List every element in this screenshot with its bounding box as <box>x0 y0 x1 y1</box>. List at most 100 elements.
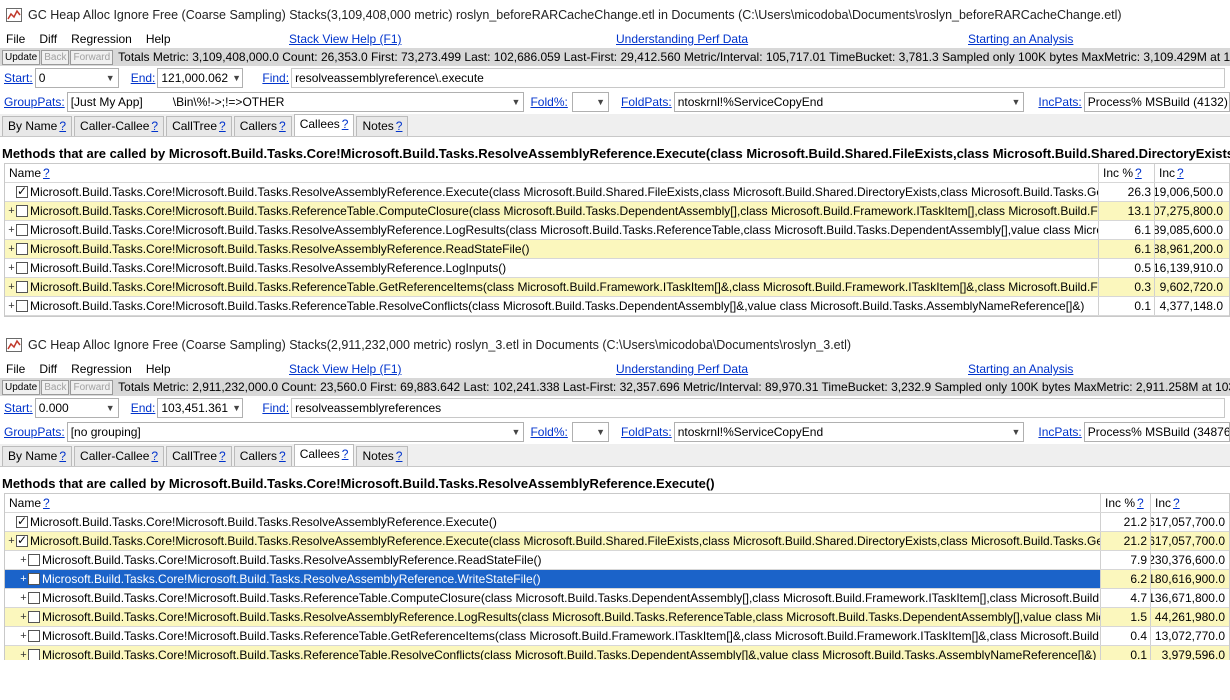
help-question-icon[interactable]: ? <box>1177 166 1184 180</box>
end-label[interactable]: End: <box>131 71 156 85</box>
grouppats-combo[interactable]: [no grouping] ▼ <box>66 422 525 442</box>
row-checkbox[interactable] <box>28 573 40 585</box>
back-button[interactable]: Back <box>41 379 70 395</box>
chevron-down-icon[interactable]: ▼ <box>1007 97 1020 107</box>
chevron-down-icon[interactable]: ▼ <box>102 73 115 83</box>
name-cell[interactable]: + Microsoft.Build.Tasks.Core!Microsoft.B… <box>5 259 1099 277</box>
end-label[interactable]: End: <box>131 401 156 415</box>
name-cell[interactable]: + Microsoft.Build.Tasks.Core!Microsoft.B… <box>5 570 1101 588</box>
menu-file[interactable]: File <box>6 32 25 46</box>
forward-button[interactable]: Forward <box>70 379 114 395</box>
start-combo[interactable]: 0 ▼ <box>34 68 119 88</box>
name-cell[interactable]: + Microsoft.Build.Tasks.Core!Microsoft.B… <box>5 589 1101 607</box>
row-checkbox[interactable] <box>16 533 28 547</box>
table-row[interactable]: + Microsoft.Build.Tasks.Core!Microsoft.B… <box>5 570 1229 589</box>
row-checkbox[interactable] <box>28 649 40 660</box>
tab-by-name[interactable]: By Name? <box>2 116 73 136</box>
help-question-icon[interactable]: ? <box>43 166 50 180</box>
expand-toggle-icon[interactable]: + <box>7 243 16 255</box>
stack-view-help-link[interactable]: Stack View Help (F1) <box>289 362 401 376</box>
table-row[interactable]: + Microsoft.Build.Tasks.Core!Microsoft.B… <box>5 221 1229 240</box>
help-question-icon[interactable]: ? <box>151 119 158 133</box>
start-combo[interactable]: 0.000 ▼ <box>34 398 119 418</box>
help-question-icon[interactable]: ? <box>59 119 66 133</box>
stack-view-help-link[interactable]: Stack View Help (F1) <box>289 32 401 46</box>
help-question-icon[interactable]: ? <box>219 449 226 463</box>
expand-toggle-icon[interactable]: + <box>19 630 28 642</box>
end-combo[interactable]: 121,000.062 ▼ <box>157 68 244 88</box>
name-cell[interactable]: + Microsoft.Build.Tasks.Core!Microsoft.B… <box>5 297 1099 315</box>
incpats-input[interactable]: Process% MSBuild (4132) <box>1083 92 1230 112</box>
menu-help[interactable]: Help <box>146 32 171 46</box>
forward-button[interactable]: Forward <box>70 49 114 65</box>
row-checkbox[interactable] <box>28 592 40 604</box>
chevron-down-icon[interactable]: ▼ <box>508 97 521 107</box>
incpats-label[interactable]: IncPats: <box>1038 425 1081 439</box>
update-button[interactable]: Update <box>2 49 41 65</box>
help-question-icon[interactable]: ? <box>1135 166 1142 180</box>
chevron-down-icon[interactable]: ▼ <box>508 427 521 437</box>
back-button[interactable]: Back <box>41 49 70 65</box>
name-cell[interactable]: + Microsoft.Build.Tasks.Core!Microsoft.B… <box>5 221 1099 239</box>
tab-callers[interactable]: Callers? <box>233 446 292 466</box>
name-cell[interactable]: + Microsoft.Build.Tasks.Core!Microsoft.B… <box>5 646 1101 660</box>
table-row[interactable]: + Microsoft.Build.Tasks.Core!Microsoft.B… <box>5 589 1229 608</box>
row-checkbox[interactable] <box>28 554 40 566</box>
help-question-icon[interactable]: ? <box>396 449 403 463</box>
chevron-down-icon[interactable]: ▼ <box>228 73 241 83</box>
grouppats-combo[interactable]: [Just My App] \Bin\%!->;!=>OTHER ▼ <box>66 92 525 112</box>
inc-pct-column-header[interactable]: Inc %? <box>1099 164 1155 182</box>
expand-toggle-icon[interactable]: + <box>19 649 28 660</box>
help-question-icon[interactable]: ? <box>151 449 158 463</box>
table-row[interactable]: + Microsoft.Build.Tasks.Core!Microsoft.B… <box>5 608 1229 627</box>
help-question-icon[interactable]: ? <box>396 119 403 133</box>
grouppats-label[interactable]: GroupPats: <box>4 95 65 109</box>
help-question-icon[interactable]: ? <box>43 496 50 510</box>
foldpats-label[interactable]: FoldPats: <box>621 95 672 109</box>
starting-analysis-link[interactable]: Starting an Analysis <box>968 32 1073 46</box>
tab-notes[interactable]: Notes? <box>356 446 409 466</box>
tab-calltree[interactable]: CallTree? <box>166 116 232 136</box>
chevron-down-icon[interactable]: ▼ <box>592 427 605 437</box>
menu-diff[interactable]: Diff <box>39 32 57 46</box>
tab-caller-callee[interactable]: Caller-Callee? <box>74 446 165 466</box>
fold-combo[interactable]: ▼ <box>571 422 610 442</box>
menu-file[interactable]: File <box>6 362 25 376</box>
foldpats-label[interactable]: FoldPats: <box>621 425 672 439</box>
inc-column-header[interactable]: Inc? <box>1155 164 1225 182</box>
expand-toggle-icon[interactable]: + <box>19 554 28 566</box>
find-label[interactable]: Find: <box>262 71 289 85</box>
row-checkbox[interactable] <box>16 224 28 236</box>
tab-by-name[interactable]: By Name? <box>2 446 73 466</box>
row-checkbox[interactable] <box>16 281 28 293</box>
tab-callees[interactable]: Callees? <box>293 444 355 466</box>
row-checkbox[interactable] <box>16 184 28 198</box>
expand-toggle-icon[interactable]: + <box>7 224 16 236</box>
help-question-icon[interactable]: ? <box>279 449 286 463</box>
foldpats-combo[interactable]: ntoskrnl!%ServiceCopyEnd ▼ <box>673 422 1025 442</box>
name-cell[interactable]: + Microsoft.Build.Tasks.Core!Microsoft.B… <box>5 532 1101 550</box>
start-label[interactable]: Start: <box>4 71 33 85</box>
table-row[interactable]: + Microsoft.Build.Tasks.Core!Microsoft.B… <box>5 202 1229 221</box>
table-row[interactable]: + Microsoft.Build.Tasks.Core!Microsoft.B… <box>5 532 1229 551</box>
chevron-down-icon[interactable]: ▼ <box>1007 427 1020 437</box>
chevron-down-icon[interactable]: ▼ <box>228 403 241 413</box>
expand-toggle-icon[interactable]: + <box>19 592 28 604</box>
name-column-header[interactable]: Name? <box>5 494 1101 512</box>
inc-pct-column-header[interactable]: Inc %? <box>1101 494 1151 512</box>
starting-analysis-link[interactable]: Starting an Analysis <box>968 362 1073 376</box>
grouppats-label[interactable]: GroupPats: <box>4 425 65 439</box>
row-checkbox[interactable] <box>16 514 28 528</box>
incpats-label[interactable]: IncPats: <box>1038 95 1081 109</box>
tab-caller-callee[interactable]: Caller-Callee? <box>74 116 165 136</box>
inc-column-header[interactable]: Inc? <box>1151 494 1227 512</box>
help-question-icon[interactable]: ? <box>1173 496 1180 510</box>
understanding-perf-data-link[interactable]: Understanding Perf Data <box>616 32 748 46</box>
name-cell[interactable]: + Microsoft.Build.Tasks.Core!Microsoft.B… <box>5 608 1101 626</box>
name-column-header[interactable]: Name? <box>5 164 1099 182</box>
menu-diff[interactable]: Diff <box>39 362 57 376</box>
row-checkbox[interactable] <box>16 262 28 274</box>
find-input[interactable]: resolveassemblyreference\.execute <box>291 68 1226 88</box>
table-row[interactable]: + Microsoft.Build.Tasks.Core!Microsoft.B… <box>5 551 1229 570</box>
fold-label[interactable]: Fold%: <box>530 425 567 439</box>
